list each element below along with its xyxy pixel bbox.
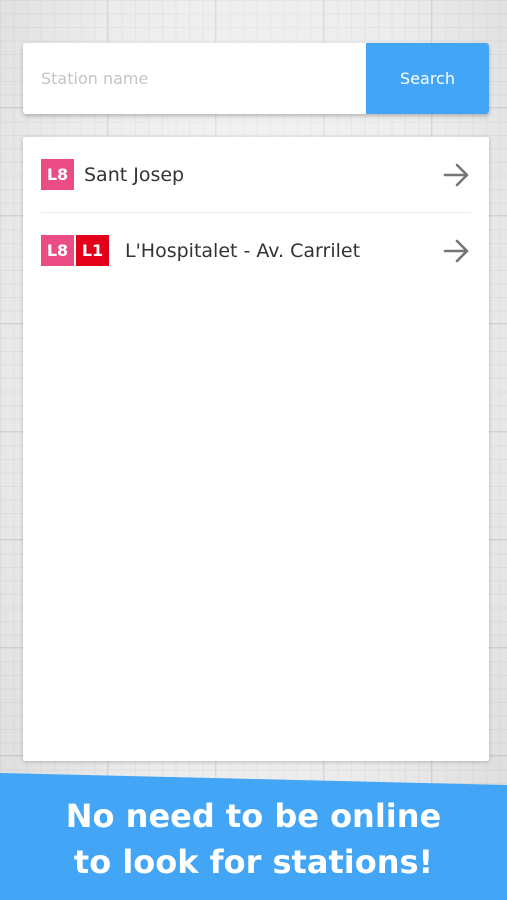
promo-banner: No need to be online to look for station… (0, 767, 507, 900)
list-item[interactable]: L8 Sant Josep (41, 137, 471, 212)
station-name: Sant Josep (84, 163, 185, 186)
line-badge-l1: L1 (76, 235, 109, 266)
results-list: L8 Sant Josep L8 L1 L'Hospitalet - Av. C… (23, 137, 489, 761)
line-badge-l8: L8 (41, 235, 74, 266)
banner-line-1: No need to be online (65, 797, 442, 835)
line-badges: L8 L1 (41, 235, 109, 266)
banner-line-2: to look for stations! (73, 843, 434, 881)
line-badges: L8 (41, 159, 74, 190)
banner-text: No need to be online to look for station… (0, 793, 507, 885)
search-button[interactable]: Search (366, 43, 489, 114)
search-bar: Search (23, 43, 489, 114)
search-input[interactable] (23, 43, 366, 114)
arrow-right-icon[interactable] (443, 239, 471, 263)
list-item[interactable]: L8 L1 L'Hospitalet - Av. Carrilet (41, 212, 471, 288)
line-badge-l8: L8 (41, 159, 74, 190)
arrow-right-icon[interactable] (443, 163, 471, 187)
station-name: L'Hospitalet - Av. Carrilet (125, 239, 361, 262)
